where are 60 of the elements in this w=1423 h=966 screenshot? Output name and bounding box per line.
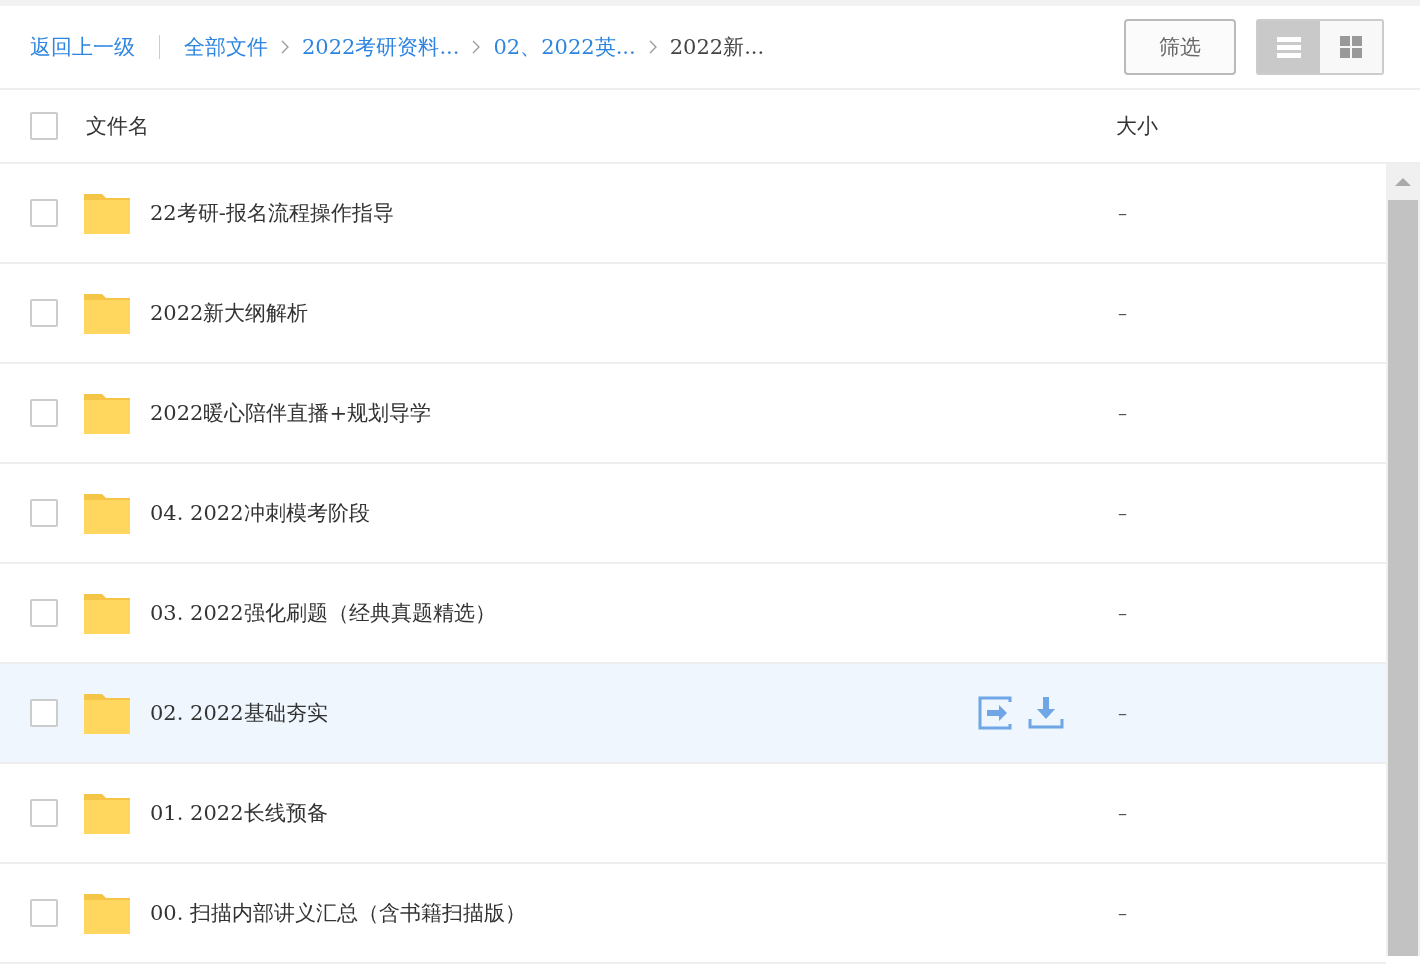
row-checkbox[interactable]	[30, 299, 58, 327]
grid-view-button[interactable]	[1320, 21, 1382, 73]
file-name: 2022新大纲解析	[150, 300, 310, 327]
scroll-up-icon[interactable]	[1395, 176, 1411, 186]
folder-icon	[84, 792, 130, 834]
chevron-icon	[471, 39, 482, 55]
row-checkbox[interactable]	[30, 499, 58, 527]
list-view-button[interactable]	[1258, 21, 1320, 73]
row-checkbox[interactable]	[30, 199, 58, 227]
file-row[interactable]: 2022新大纲解析 –	[0, 264, 1386, 364]
file-name: 2022暖心陪伴直播+规划导学	[150, 400, 433, 427]
column-header: 大小	[1116, 113, 1159, 140]
row-checkbox[interactable]	[30, 399, 58, 427]
file-row[interactable]: 2022暖心陪伴直播+规划导学 –	[0, 364, 1386, 464]
row-checkbox[interactable]	[30, 799, 58, 827]
scrollbar-thumb[interactable]	[1388, 200, 1418, 956]
move-icon[interactable]	[978, 696, 1012, 730]
file-name: 01. 2022长线预备	[150, 800, 329, 827]
file-size: –	[1118, 402, 1128, 424]
breadcrumb-link[interactable]: 2022新...	[669, 33, 765, 61]
filter-button[interactable]: 筛选	[1124, 19, 1236, 75]
file-name: 04. 2022冲刺模考阶段	[150, 500, 371, 527]
file-size: –	[1118, 602, 1128, 624]
folder-icon	[84, 392, 130, 434]
folder-icon	[84, 592, 130, 634]
file-row[interactable]: 02. 2022基础夯实 –	[0, 664, 1386, 764]
file-size: –	[1118, 802, 1128, 824]
row-checkbox[interactable]	[30, 899, 58, 927]
folder-icon	[84, 192, 130, 234]
folder-icon	[84, 492, 130, 534]
file-name: 00. 扫描内部讲义汇总（含书籍扫描版）	[150, 900, 528, 927]
back-link[interactable]: 返回上一级	[30, 33, 135, 61]
folder-icon	[84, 892, 130, 934]
folder-icon	[84, 692, 130, 734]
breadcrumb-link[interactable]: 2022考研资料...	[302, 33, 460, 61]
chevron-icon	[647, 39, 658, 55]
file-row[interactable]: 00. 扫描内部讲义汇总（含书籍扫描版） –	[0, 864, 1386, 964]
breadcrumb-link[interactable]: 全部文件	[184, 33, 268, 61]
file-size: –	[1118, 702, 1128, 724]
file-row[interactable]: 04. 2022冲刺模考阶段 –	[0, 464, 1386, 564]
folder-icon	[84, 292, 130, 334]
grid-icon	[1340, 36, 1362, 58]
file-size: –	[1118, 302, 1128, 324]
chevron-icon	[280, 39, 290, 55]
file-size: –	[1118, 502, 1128, 524]
file-row[interactable]: 01. 2022长线预备 –	[0, 764, 1386, 864]
download-icon[interactable]	[1028, 697, 1064, 729]
row-checkbox[interactable]	[30, 599, 58, 627]
column-header: 文件名	[86, 113, 150, 140]
list-icon	[1277, 36, 1301, 58]
scrollbar[interactable]	[1386, 164, 1420, 956]
file-name: 03. 2022强化刷题（经典真题精选）	[150, 600, 497, 627]
file-name: 02. 2022基础夯实	[150, 700, 329, 727]
select-all-checkbox[interactable]	[30, 112, 58, 140]
file-size: –	[1118, 202, 1128, 224]
file-name: 22考研-报名流程操作指导	[150, 200, 395, 227]
row-checkbox[interactable]	[30, 699, 58, 727]
breadcrumb-link[interactable]: 02、2022英...	[493, 33, 636, 61]
file-size: –	[1118, 902, 1128, 924]
file-row[interactable]: 22考研-报名流程操作指导 –	[0, 164, 1386, 264]
